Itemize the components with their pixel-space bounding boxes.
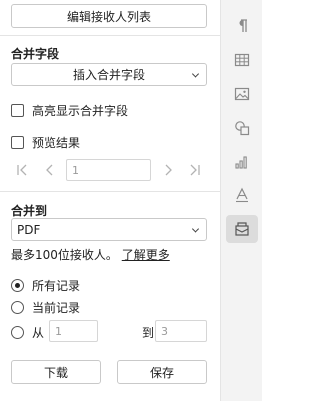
sidebar-rail bbox=[220, 0, 262, 401]
radio-button[interactable] bbox=[11, 301, 24, 314]
all-records-label: 所有记录 bbox=[32, 279, 81, 293]
all-records-radio[interactable]: 所有记录 bbox=[11, 277, 80, 294]
current-record-radio[interactable]: 当前记录 bbox=[11, 299, 80, 316]
merge-fields-title: 合并字段 bbox=[11, 47, 60, 61]
radio-button[interactable] bbox=[11, 279, 24, 292]
learn-more-link[interactable]: 了解更多 bbox=[122, 248, 170, 262]
table-icon[interactable] bbox=[232, 50, 252, 70]
edit-recipient-list-button[interactable]: 编辑接收人列表 bbox=[11, 4, 207, 28]
chart-icon[interactable] bbox=[232, 152, 252, 172]
range-from-input[interactable]: 1 bbox=[49, 320, 98, 342]
mail-merge-panel: 编辑接收人列表 合并字段 插入合并字段 高亮显示合并字段 预览结果 1 合并到 … bbox=[0, 0, 220, 401]
image-icon[interactable] bbox=[232, 84, 252, 104]
merge-format-select[interactable]: PDF bbox=[11, 218, 207, 241]
range-from-label: 从 bbox=[32, 326, 45, 340]
download-button[interactable]: 下载 bbox=[11, 360, 101, 384]
paragraph-icon[interactable] bbox=[232, 16, 252, 36]
record-number-input[interactable]: 1 bbox=[66, 159, 151, 181]
shapes-icon[interactable] bbox=[232, 118, 252, 138]
divider bbox=[0, 191, 220, 192]
highlight-merge-fields-checkbox[interactable]: 高亮显示合并字段 bbox=[11, 102, 128, 119]
divider bbox=[0, 35, 220, 36]
preview-results-checkbox[interactable]: 预览结果 bbox=[11, 134, 80, 151]
checkbox-box[interactable] bbox=[11, 104, 24, 117]
merge-to-title: 合并到 bbox=[11, 204, 48, 218]
chevron-down-icon bbox=[191, 224, 200, 233]
insert-merge-field-label: 插入合并字段 bbox=[72, 68, 145, 82]
last-record-icon[interactable] bbox=[186, 162, 202, 178]
range-to-input[interactable]: 3 bbox=[155, 320, 207, 342]
merge-format-value: PDF bbox=[17, 222, 41, 237]
current-record-label: 当前记录 bbox=[32, 301, 81, 315]
record-range-radio[interactable]: 从 bbox=[11, 324, 44, 341]
text-art-icon[interactable] bbox=[232, 185, 252, 205]
highlight-merge-fields-label: 高亮显示合并字段 bbox=[32, 104, 129, 118]
insert-merge-field-select[interactable]: 插入合并字段 bbox=[11, 63, 207, 86]
recipient-limit-text: 最多100位接收人。 bbox=[11, 248, 118, 262]
save-button[interactable]: 保存 bbox=[117, 360, 207, 384]
mail-merge-icon[interactable] bbox=[232, 219, 252, 239]
chevron-down-icon bbox=[191, 69, 200, 78]
next-record-icon[interactable] bbox=[160, 162, 176, 178]
first-record-icon[interactable] bbox=[15, 162, 31, 178]
preview-results-label: 预览结果 bbox=[32, 136, 81, 150]
range-to-label: 到 bbox=[142, 326, 155, 340]
radio-button[interactable] bbox=[11, 326, 24, 339]
recipient-limit-note: 最多100位接收人。 了解更多 bbox=[11, 246, 170, 263]
checkbox-box[interactable] bbox=[11, 136, 24, 149]
previous-record-icon[interactable] bbox=[42, 162, 58, 178]
